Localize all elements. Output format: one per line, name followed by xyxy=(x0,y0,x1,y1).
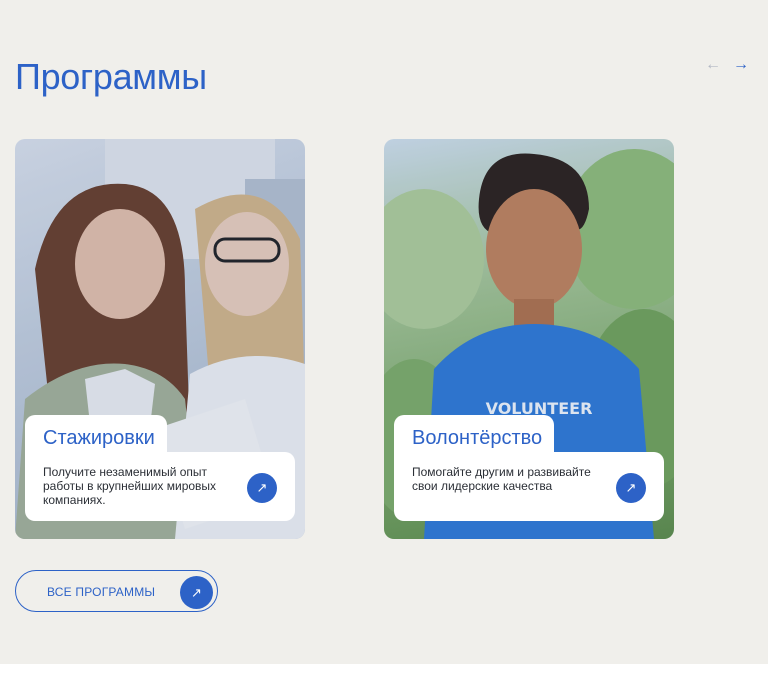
card-title: Волонтёрство xyxy=(412,426,543,449)
program-card-volunteering[interactable]: VOLUNTEER Волонтёрство Помогайте другим … xyxy=(384,139,674,539)
card-description: Помогайте другим и развивайте свои лидер… xyxy=(412,465,591,493)
prev-arrow-button[interactable]: ← xyxy=(702,54,724,76)
card-title: Стажировки xyxy=(43,426,155,449)
next-arrow-button[interactable]: → xyxy=(730,54,752,76)
section-title: Программы xyxy=(15,56,207,97)
arrow-right-icon: → xyxy=(733,56,749,73)
arrow-left-icon: ← xyxy=(705,56,721,73)
all-programs-button[interactable]: ВСЕ ПРОГРАММЫ ↗ xyxy=(15,570,218,612)
arrow-up-right-icon: ↗ xyxy=(256,480,268,495)
all-programs-arrow: ↗ xyxy=(180,576,213,609)
card-info-panel: Помогайте другим и развивайте свои лидер… xyxy=(394,452,664,521)
arrow-up-right-icon: ↗ xyxy=(191,584,202,600)
card-description: Получите незаменимый опыт работы в крупн… xyxy=(43,465,217,507)
open-volunteering-button[interactable]: ↗ xyxy=(616,473,646,503)
programs-section: Программы ← → Стажировки Получите незаме… xyxy=(0,0,768,664)
card-info-panel: Получите незаменимый опыт работы в крупн… xyxy=(25,452,295,521)
open-internships-button[interactable]: ↗ xyxy=(247,473,277,503)
program-card-internships[interactable]: Стажировки Получите незаменимый опыт раб… xyxy=(15,139,305,539)
all-programs-label: ВСЕ ПРОГРАММЫ xyxy=(47,585,156,599)
arrow-up-right-icon: ↗ xyxy=(625,480,637,495)
